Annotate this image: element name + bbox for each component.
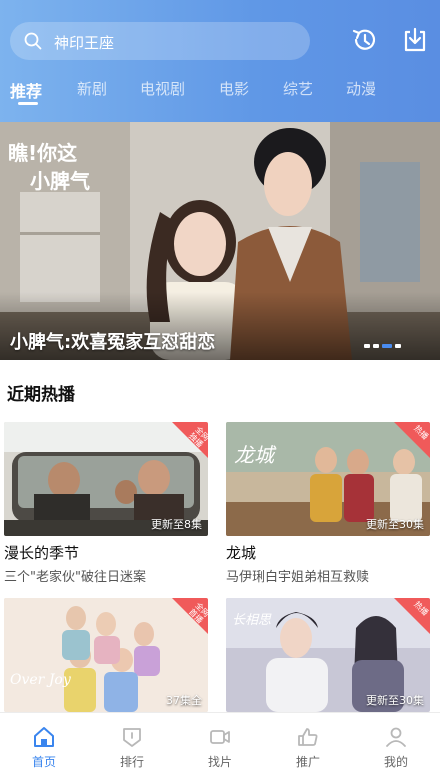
header-bar: 神印王座 推荐 新剧 电视剧 电影 综艺 动漫	[0, 0, 440, 122]
show-subtitle: 马伊琍白宇姐弟相互救赎	[226, 570, 370, 585]
badge-premiere: 全网 首播	[172, 598, 208, 634]
hero-banner[interactable]: 瞧!你这 小脾气 小脾气:欢喜冤家互怼甜恋	[0, 122, 440, 360]
show-thumbnail[interactable]: Over Joy 全网 首播 37集全	[4, 598, 208, 712]
nav-promote-label: 推广	[295, 755, 320, 769]
carousel-dot[interactable]	[364, 344, 370, 348]
show-thumbnail[interactable]: 长相思 热播 更新至30集	[226, 598, 430, 712]
tab-variety[interactable]: 综艺	[283, 78, 313, 99]
badge-exclusive: 全网 独播	[172, 422, 208, 458]
show-thumbnail[interactable]: 龙城 热播 更新至30集	[226, 422, 430, 536]
video-icon	[210, 730, 230, 744]
bottom-navigation: 首页 排行 找片 推广 我的	[0, 712, 440, 775]
nav-home-label: 首页	[31, 755, 56, 769]
nav-find-label: 找片	[207, 755, 232, 769]
section-title: 近期热播	[7, 385, 75, 405]
show-poster-title: Over Joy	[10, 672, 72, 688]
user-icon	[386, 727, 406, 747]
show-title[interactable]: 龙城	[226, 542, 256, 563]
nav-profile[interactable]: 我的	[352, 713, 440, 775]
show-poster-title: 长相思	[232, 613, 272, 628]
history-icon[interactable]	[350, 25, 380, 55]
banner-poster-title-line1: 瞧!你这	[8, 141, 77, 165]
badge-hot: 热播	[394, 598, 430, 634]
episode-status: 更新至30集	[366, 518, 424, 531]
badge-hot: 热播	[394, 422, 430, 458]
download-icon[interactable]	[400, 25, 430, 55]
show-title[interactable]: 漫长的季节	[4, 542, 79, 563]
banner-caption: 小脾气:欢喜冤家互怼甜恋	[10, 332, 216, 353]
show-subtitle: 三个"老家伙"破往日迷案	[4, 570, 146, 585]
nav-find[interactable]: 找片	[176, 713, 264, 775]
tab-movies[interactable]: 电影	[219, 78, 249, 99]
tab-anime[interactable]: 动漫	[346, 78, 376, 99]
carousel-dot[interactable]	[395, 344, 401, 348]
nav-promote[interactable]: 推广	[264, 713, 352, 775]
episode-status: 更新至8集	[151, 518, 202, 531]
category-tabs: 推荐 新剧 电视剧 电影 综艺 动漫	[0, 76, 440, 116]
carousel-dot-active[interactable]	[382, 344, 392, 348]
thumbs-up-icon	[298, 728, 318, 746]
nav-ranking[interactable]: 排行	[88, 713, 176, 775]
nav-ranking-label: 排行	[119, 755, 144, 769]
banner-poster-title-line2: 小脾气	[30, 169, 90, 193]
episode-status: 37集全	[166, 694, 202, 707]
active-tab-indicator	[18, 102, 38, 105]
home-icon	[34, 727, 54, 747]
banner-poster-image: 瞧!你这 小脾气	[0, 122, 440, 360]
search-bar[interactable]: 神印王座	[10, 22, 310, 60]
tab-new-drama[interactable]: 新剧	[77, 78, 107, 99]
episode-status: 更新至30集	[366, 694, 424, 707]
search-icon	[24, 32, 42, 50]
ranking-icon	[123, 728, 141, 747]
tab-tv-series[interactable]: 电视剧	[140, 78, 185, 99]
nav-profile-label: 我的	[383, 755, 408, 769]
tab-recommend[interactable]: 推荐	[10, 78, 42, 102]
carousel-dot[interactable]	[373, 344, 379, 348]
nav-home[interactable]: 首页	[0, 713, 88, 775]
show-thumbnail[interactable]: 全网 独播 更新至8集	[4, 422, 208, 536]
show-poster-title: 龙城	[234, 443, 277, 467]
search-placeholder: 神印王座	[54, 34, 115, 52]
